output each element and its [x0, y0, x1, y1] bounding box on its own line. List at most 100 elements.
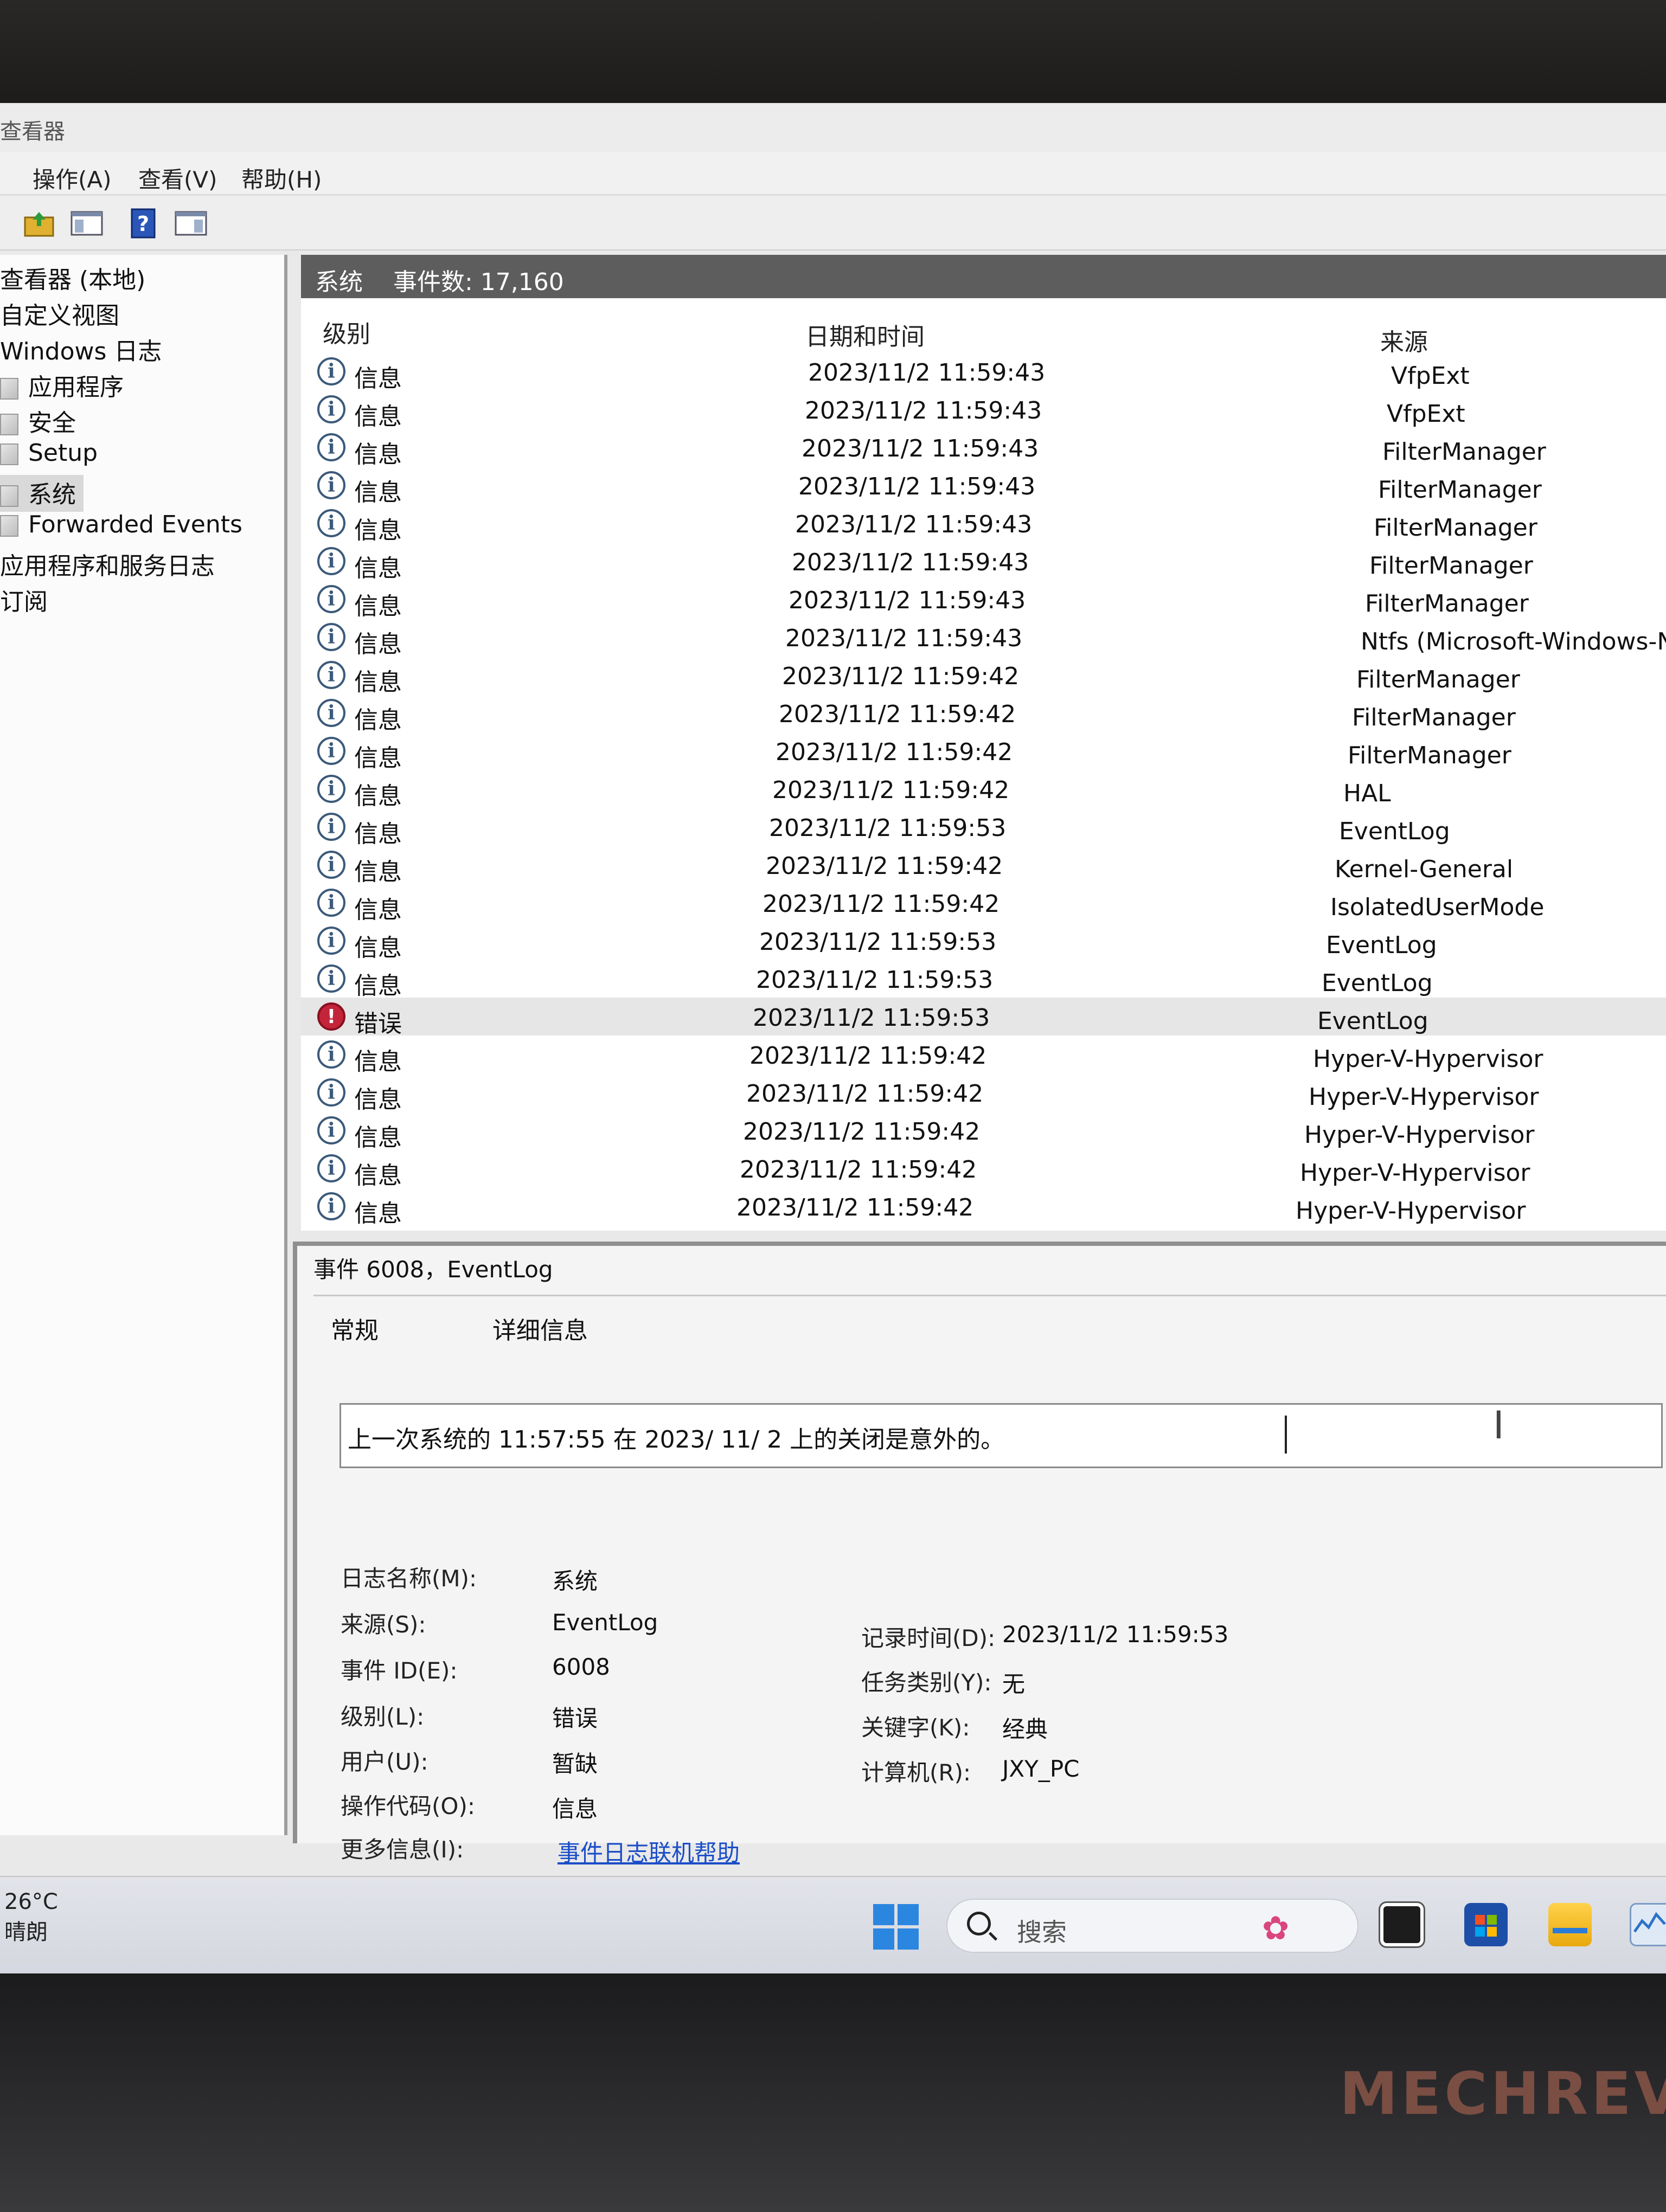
- event-datetime: 2023/11/2 11:59:42: [766, 852, 1003, 880]
- log-header-bar: 系统 事件数: 17,160: [301, 255, 1666, 298]
- tree-item-app-service-logs[interactable]: 应用程序和服务日志: [0, 546, 215, 581]
- column-header-datetime[interactable]: 日期和时间: [805, 317, 925, 352]
- event-row[interactable]: i 信息 2023/11/2 11:59:42 FilterManager: [301, 656, 1666, 696]
- event-level: 信息: [354, 820, 402, 848]
- event-row[interactable]: i 信息 2023/11/2 11:59:43 VfpExt: [301, 390, 1666, 430]
- event-level: 信息: [354, 593, 402, 620]
- menu-view[interactable]: 查看(V): [138, 162, 217, 195]
- information-icon: i: [317, 1040, 345, 1069]
- field-label-logged: 记录时间(D):: [861, 1625, 996, 1651]
- tree-item-root[interactable]: 查看器 (本地): [0, 260, 145, 295]
- event-level: 信息: [354, 1048, 402, 1076]
- event-source: Hyper-V-Hypervisor: [1300, 1159, 1530, 1187]
- event-row[interactable]: i 信息 2023/11/2 11:59:42 FilterManager: [301, 694, 1666, 734]
- event-source: Hyper-V-Hypervisor: [1313, 1045, 1543, 1073]
- tab-details[interactable]: 详细信息: [492, 1311, 588, 1346]
- event-datetime: 2023/11/2 11:59:42: [749, 1042, 987, 1070]
- information-icon: i: [317, 357, 345, 385]
- event-row[interactable]: ! 错误 2023/11/2 11:59:53 EventLog: [301, 998, 1666, 1038]
- store-icon[interactable]: [1464, 1903, 1508, 1946]
- event-datetime: 2023/11/2 11:59:42: [782, 663, 1020, 690]
- event-level: 信息: [354, 1162, 402, 1189]
- event-source: Hyper-V-Hypervisor: [1296, 1197, 1526, 1225]
- event-source: FilterManager: [1365, 590, 1529, 618]
- information-icon: i: [317, 395, 345, 423]
- information-icon: i: [317, 775, 345, 803]
- log-icon: [0, 378, 18, 400]
- event-row[interactable]: i 信息 2023/11/2 11:59:43 FilterManager: [301, 466, 1666, 506]
- taskbar-search[interactable]: 搜索 ✿: [946, 1899, 1359, 1953]
- menu-action[interactable]: 操作(A): [33, 162, 112, 195]
- event-message-box[interactable]: 上一次系统的 11:57:55 在 2023/ 11/ 2 上的关闭是意外的。: [339, 1403, 1663, 1468]
- event-level: 信息: [354, 631, 402, 658]
- resource-monitor-icon[interactable]: [1630, 1903, 1666, 1946]
- event-datetime: 2023/11/2 11:59:42: [740, 1156, 977, 1184]
- tree-item-forwarded-events[interactable]: Forwarded Events: [0, 511, 242, 538]
- event-source: FilterManager: [1348, 742, 1511, 769]
- start-button[interactable]: [873, 1904, 919, 1950]
- online-help-link[interactable]: 事件日志联机帮助: [558, 1835, 740, 1868]
- tree-item-subscriptions[interactable]: 订阅: [0, 582, 48, 617]
- help-icon[interactable]: ?: [126, 206, 161, 241]
- weather-widget[interactable]: 26°C 晴朗: [4, 1887, 58, 1947]
- event-row[interactable]: i 信息 2023/11/2 11:59:53 EventLog: [301, 960, 1666, 1000]
- information-icon: i: [317, 1154, 345, 1182]
- event-source: HAL: [1343, 780, 1391, 807]
- event-row[interactable]: i 信息 2023/11/2 11:59:42 HAL: [301, 770, 1666, 810]
- field-value-opcode: 信息: [552, 1796, 598, 1822]
- event-level: 信息: [354, 896, 402, 924]
- event-row[interactable]: i 信息 2023/11/2 11:59:43 FilterManager: [301, 504, 1666, 544]
- event-row[interactable]: i 信息 2023/11/2 11:59:42 Hyper-V-Hypervisor: [301, 1149, 1666, 1189]
- weather-condition: 晴朗: [4, 1920, 48, 1945]
- tree-item-custom-views[interactable]: 自定义视图: [0, 296, 119, 331]
- event-row[interactable]: i 信息 2023/11/2 11:59:42 FilterManager: [301, 732, 1666, 772]
- event-row[interactable]: i 信息 2023/11/2 11:59:42 Hyper-V-Hypervisor: [301, 1111, 1666, 1152]
- event-row[interactable]: i 信息 2023/11/2 11:59:43 VfpExt: [301, 352, 1666, 393]
- information-icon: i: [317, 509, 345, 537]
- folder-up-icon[interactable]: [22, 206, 56, 241]
- event-source: FilterManager: [1378, 476, 1542, 504]
- event-level: 信息: [354, 1200, 402, 1227]
- information-icon: i: [317, 1192, 345, 1220]
- task-view-icon[interactable]: [1379, 1901, 1425, 1948]
- tree-item-application[interactable]: 应用程序: [0, 368, 124, 402]
- event-row[interactable]: i 信息 2023/11/2 11:59:42 Hyper-V-Hypervisor: [301, 1073, 1666, 1114]
- menu-help[interactable]: 帮助(H): [241, 162, 322, 195]
- field-label-source: 来源(S):: [341, 1611, 426, 1638]
- title-bar: 查看器: [0, 103, 1666, 152]
- column-header-level[interactable]: 级别: [323, 314, 370, 349]
- event-level: 信息: [354, 744, 402, 772]
- event-row[interactable]: i 信息 2023/11/2 11:59:53 EventLog: [301, 808, 1666, 848]
- event-datetime: 2023/11/2 11:59:53: [769, 814, 1007, 842]
- tree-item-system[interactable]: 系统: [0, 475, 84, 512]
- console-tree-icon[interactable]: [69, 206, 104, 241]
- event-source: VfpExt: [1387, 400, 1465, 428]
- event-datetime: 2023/11/2 11:59:53: [756, 966, 994, 994]
- event-row[interactable]: i 信息 2023/11/2 11:59:43 Ntfs (Microsoft-Win…: [301, 618, 1666, 658]
- temperature: 26°C: [4, 1889, 58, 1914]
- log-icon: [0, 485, 18, 507]
- information-icon: i: [317, 547, 345, 575]
- action-pane-icon[interactable]: [174, 206, 208, 241]
- event-row[interactable]: i 信息 2023/11/2 11:59:42 Kernel-General: [301, 846, 1666, 886]
- event-row[interactable]: i 信息 2023/11/2 11:59:42 IsolatedUserMode: [301, 884, 1666, 924]
- field-value-source: EventLog: [552, 1609, 658, 1636]
- log-icon: [0, 515, 18, 537]
- event-row[interactable]: i 信息 2023/11/2 11:59:43 FilterManager: [301, 580, 1666, 620]
- event-source: FilterManager: [1382, 438, 1546, 466]
- event-row[interactable]: i 信息 2023/11/2 11:59:42 Hyper-V-Hypervisor: [301, 1187, 1666, 1227]
- tree-item-setup[interactable]: Setup: [0, 439, 98, 467]
- event-source: Hyper-V-Hypervisor: [1309, 1083, 1539, 1111]
- event-row[interactable]: i 信息 2023/11/2 11:59:43 FilterManager: [301, 542, 1666, 582]
- search-icon: [967, 1912, 991, 1935]
- tab-general[interactable]: 常规: [331, 1311, 379, 1346]
- event-level: 信息: [354, 668, 402, 696]
- event-level: 信息: [354, 972, 402, 1000]
- event-row[interactable]: i 信息 2023/11/2 11:59:53 EventLog: [301, 922, 1666, 962]
- file-explorer-icon[interactable]: [1548, 1903, 1592, 1946]
- tree-item-security[interactable]: 安全: [0, 403, 76, 438]
- tree-item-windows-logs[interactable]: Windows 日志: [0, 332, 162, 366]
- event-row[interactable]: i 信息 2023/11/2 11:59:43 FilterManager: [301, 428, 1666, 468]
- menu-bar: 操作(A) 查看(V) 帮助(H): [0, 152, 1666, 195]
- event-row[interactable]: i 信息 2023/11/2 11:59:42 Hyper-V-Hypervisor: [301, 1036, 1666, 1076]
